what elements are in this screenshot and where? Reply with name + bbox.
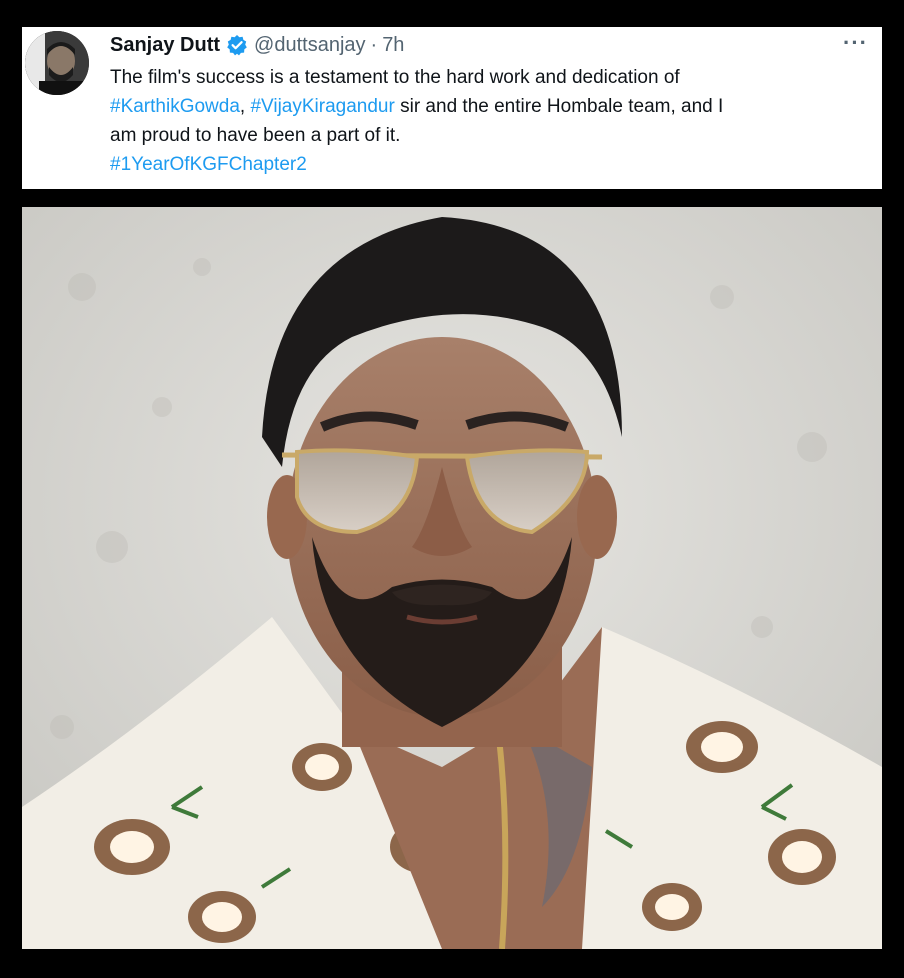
user-handle[interactable]: @duttsanjay: [254, 34, 365, 57]
portrait-photo: [22, 207, 882, 949]
comma-text: ,: [239, 96, 251, 117]
verified-badge-icon: [226, 34, 248, 56]
tweet-text-line-2: #KarthikGowda, #VijayKiragandur sir and …: [110, 92, 860, 121]
tweet-text: The film's success is a testament to the…: [110, 63, 860, 179]
avatar[interactable]: [25, 31, 89, 95]
tweet-header: Sanjay Dutt @duttsanjay · 7h: [110, 31, 404, 59]
timestamp[interactable]: 7h: [382, 34, 404, 57]
tweet-media-photo[interactable]: [22, 207, 882, 949]
tweet-text-line-1: The film's success is a testament to the…: [110, 67, 680, 88]
separator-dot: ·: [370, 33, 378, 56]
tweet-text-segment: sir and the entire Hombale team, and I: [394, 96, 724, 117]
tweet-text-line-3: am proud to have been a part of it.: [110, 125, 401, 146]
hashtag-link[interactable]: #KarthikGowda: [110, 96, 240, 117]
more-options-icon[interactable]: ···: [843, 32, 868, 54]
hashtag-link[interactable]: #1YearOfKGFChapter2: [110, 154, 307, 175]
display-name[interactable]: Sanjay Dutt: [110, 34, 220, 57]
tweet-card[interactable]: Sanjay Dutt @duttsanjay · 7h ··· The fil…: [22, 27, 882, 189]
hashtag-link[interactable]: #VijayKiragandur: [250, 96, 394, 117]
avatar-image: [25, 31, 89, 95]
tweet-text-line-4: #1YearOfKGFChapter2: [110, 150, 860, 179]
